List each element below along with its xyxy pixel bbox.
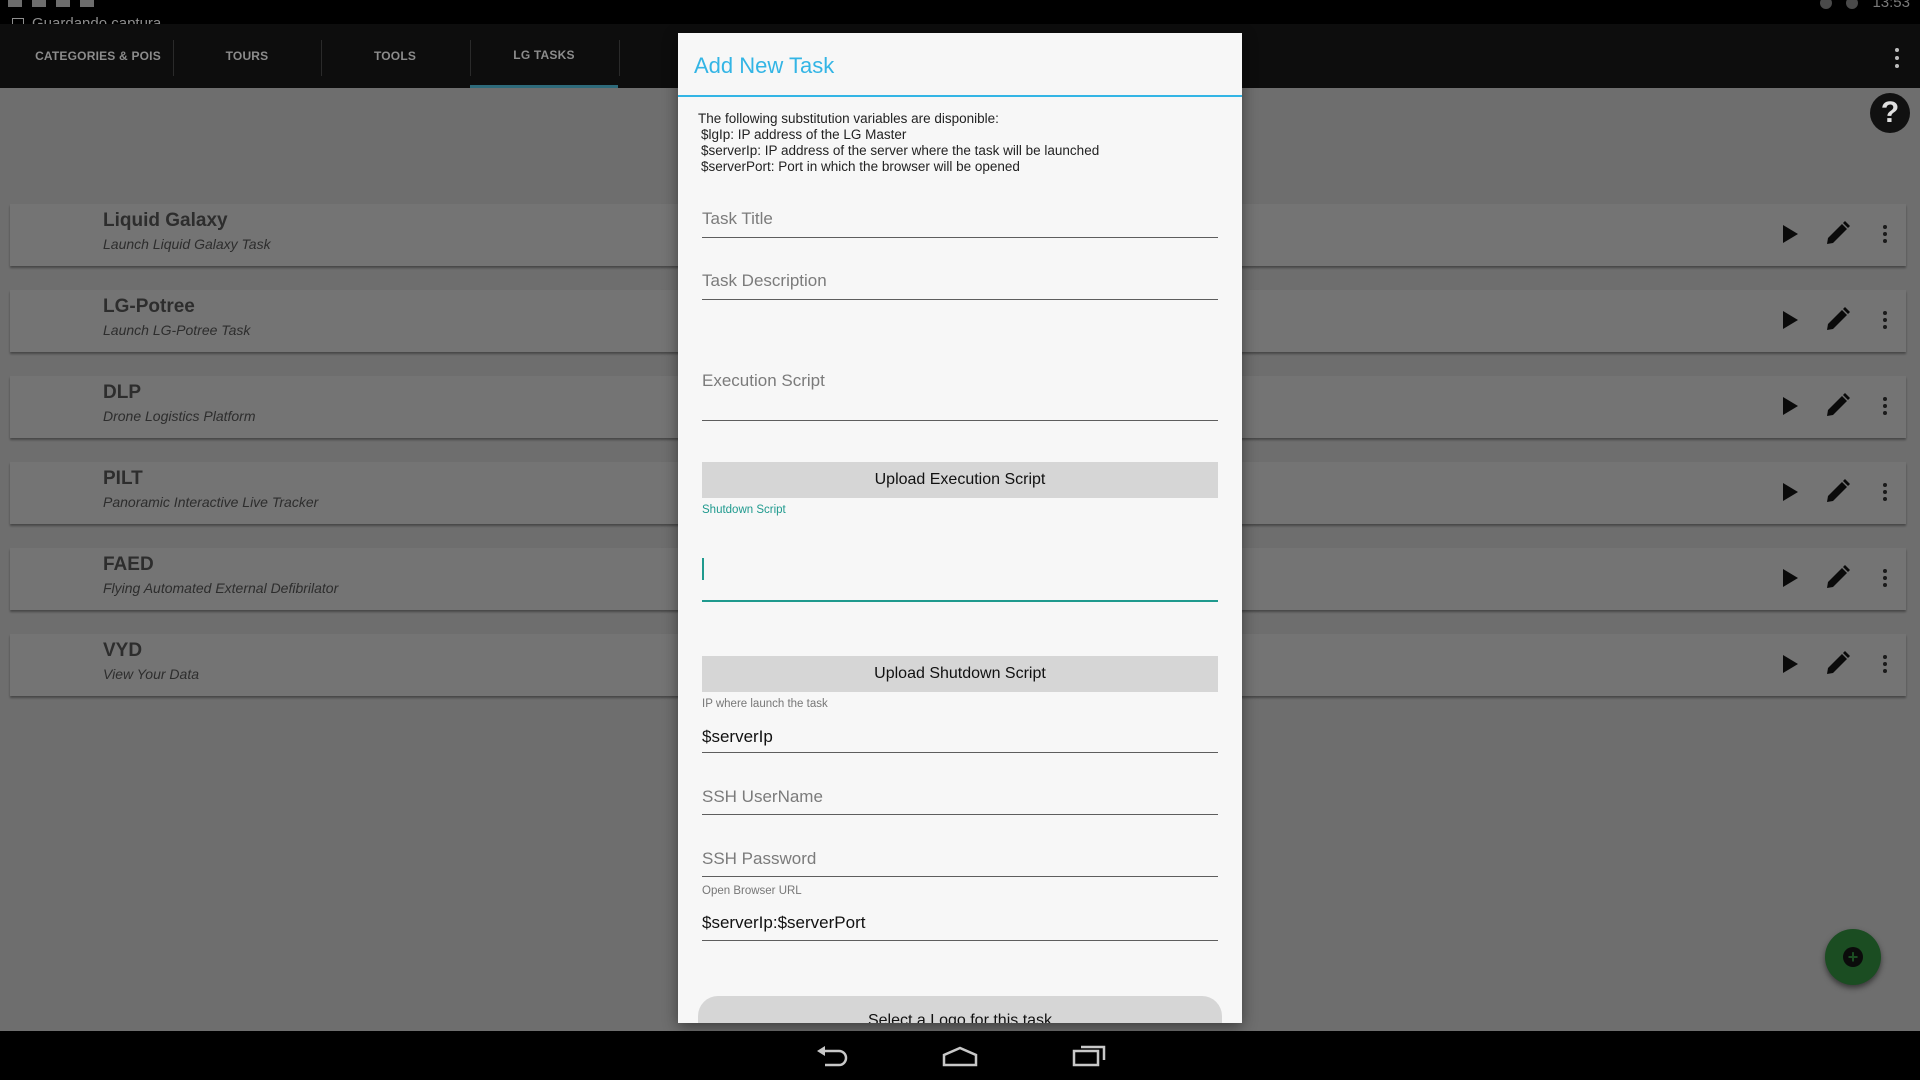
recents-icon[interactable] [1071, 1045, 1107, 1067]
edit-icon[interactable] [1821, 648, 1853, 680]
plus-icon: + [1843, 947, 1863, 967]
more-options-icon[interactable] [1869, 476, 1901, 508]
upload-execution-script-button[interactable]: Upload Execution Script [702, 462, 1218, 498]
tab-categories-pois[interactable]: CATEGORIES & POIS [24, 24, 172, 88]
task-title: VYD [103, 640, 143, 661]
task-title: PILT [103, 468, 143, 489]
tab-tools[interactable]: TOOLS [321, 24, 469, 88]
more-options-icon[interactable] [1869, 562, 1901, 594]
image-icon [32, 0, 46, 7]
play-icon[interactable] [1773, 304, 1805, 336]
text-cursor [702, 558, 704, 580]
info-line: $lgIp: IP address of the LG Master [701, 127, 907, 142]
gallery-icon [56, 0, 70, 7]
task-description-placeholder: Task Description [702, 271, 827, 290]
edit-icon[interactable] [1821, 218, 1853, 250]
more-options-icon[interactable] [1869, 304, 1901, 336]
info-line: $serverPort: Port in which the browser w… [701, 159, 1020, 174]
task-title: DLP [103, 382, 141, 403]
shutdown-script-field[interactable] [702, 523, 1218, 602]
ssh-username-placeholder: SSH UserName [702, 787, 823, 806]
status-indicators: 13:53 [1820, 0, 1910, 11]
play-icon[interactable] [1773, 218, 1805, 250]
play-icon[interactable] [1773, 476, 1805, 508]
execution-script-placeholder: Execution Script [702, 371, 825, 390]
dialog-title: Add New Task [694, 53, 835, 78]
ssh-password-field[interactable]: SSH Password [702, 847, 1218, 877]
home-icon[interactable] [941, 1045, 979, 1067]
task-title: Liquid Galaxy [103, 210, 228, 231]
wifi-icon [8, 0, 22, 7]
tab-lg-tasks[interactable]: LG TASKS [470, 24, 618, 88]
edit-icon[interactable] [1821, 390, 1853, 422]
task-description: View Your Data [103, 666, 199, 682]
ip-field[interactable]: $serverIp [702, 725, 1218, 753]
more-options-icon[interactable] [1869, 648, 1901, 680]
task-title: LG-Potree [103, 296, 195, 317]
notification-icons [8, 0, 94, 8]
play-icon[interactable] [1773, 562, 1805, 594]
clock: 13:53 [1872, 0, 1910, 11]
play-icon[interactable] [1773, 648, 1805, 680]
overflow-menu-icon[interactable] [1894, 48, 1900, 68]
task-title: FAED [103, 554, 154, 575]
signal-icon [1820, 0, 1833, 9]
info-line: The following substitution variables are… [698, 111, 999, 126]
browser-url-label: Open Browser URL [702, 885, 802, 897]
edit-icon[interactable] [1821, 562, 1853, 594]
more-options-icon[interactable] [1869, 218, 1901, 250]
task-title-placeholder: Task Title [702, 209, 773, 228]
screenshot-icon [80, 0, 94, 7]
ip-label: IP where launch the task [702, 698, 828, 710]
navigation-bar [0, 1031, 1920, 1080]
add-task-fab[interactable]: + [1825, 929, 1881, 985]
edit-icon[interactable] [1821, 304, 1853, 336]
tab-tours[interactable]: TOURS [173, 24, 321, 88]
play-icon[interactable] [1773, 390, 1805, 422]
task-description: Flying Automated External Defibrilator [103, 580, 339, 596]
task-description: Drone Logistics Platform [103, 408, 256, 424]
add-task-dialog: Add New Task The following substitution … [678, 33, 1242, 1023]
ssh-password-placeholder: SSH Password [702, 849, 817, 868]
battery-icon [1846, 0, 1859, 9]
task-description: Launch LG-Potree Task [103, 322, 251, 338]
info-line: $serverIp: IP address of the server wher… [701, 143, 1100, 158]
substitution-info: The following substitution variables are… [698, 111, 1099, 175]
shutdown-script-label: Shutdown Script [702, 504, 786, 516]
edit-icon[interactable] [1821, 476, 1853, 508]
select-logo-button[interactable]: Select a Logo for this task [698, 996, 1222, 1023]
ip-value: $serverIp [702, 727, 773, 746]
task-description: Launch Liquid Galaxy Task [103, 236, 271, 252]
help-button[interactable]: ? [1870, 93, 1910, 133]
upload-shutdown-script-button[interactable]: Upload Shutdown Script [702, 656, 1218, 692]
task-description: Panoramic Interactive Live Tracker [103, 494, 319, 510]
execution-script-field[interactable]: Execution Script [702, 337, 1218, 421]
browser-url-value: $serverIp:$serverPort [702, 913, 866, 932]
ssh-username-field[interactable]: SSH UserName [702, 785, 1218, 815]
task-title-field[interactable]: Task Title [702, 206, 1218, 238]
more-options-icon[interactable] [1869, 390, 1901, 422]
status-bar: Guardando captura 13:53 [0, 0, 1920, 32]
dialog-title-divider [678, 95, 1242, 97]
back-icon[interactable] [815, 1045, 849, 1067]
task-description-field[interactable]: Task Description [702, 268, 1218, 300]
browser-url-field[interactable]: $serverIp:$serverPort [702, 911, 1218, 941]
